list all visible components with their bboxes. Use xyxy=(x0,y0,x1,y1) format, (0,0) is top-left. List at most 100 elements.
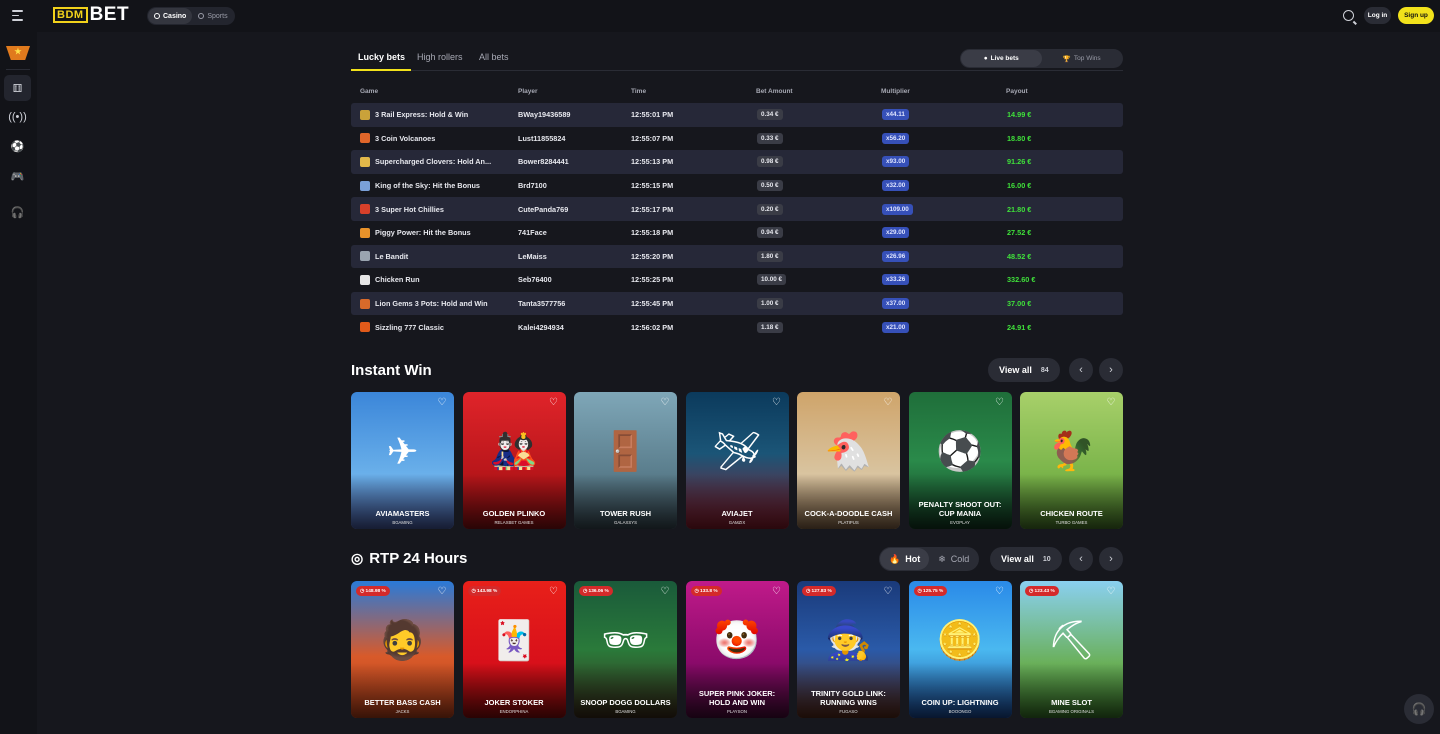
cell-game[interactable]: 3 Super Hot Chillies xyxy=(360,197,520,221)
sidebar-divider xyxy=(6,69,30,70)
tab-all-bets[interactable]: All bets xyxy=(479,52,509,62)
support-chat-button[interactable]: 🎧 xyxy=(1404,694,1434,724)
game-thumbnail-icon xyxy=(360,322,370,333)
sidebar-item-live[interactable]: ((•)) xyxy=(4,104,31,130)
tab-active-underline xyxy=(351,69,411,71)
game-card[interactable]: ⚽ ♡ PENALTY SHOOT OUT: CUP MANIA EVOPLAY xyxy=(908,392,1012,529)
table-row[interactable]: Le Bandit LeMaiss 12:55:20 PM 1.80 € x26.96 4… xyxy=(351,244,1123,269)
hot-button[interactable]: 🔥 Hot xyxy=(880,548,930,570)
cell-time: 12:55:45 PM xyxy=(631,299,674,309)
game-card[interactable]: 🃏 ♡ JOKER STOKER ENDORPHINA ◷ 143.98 % xyxy=(462,581,566,718)
cell-game[interactable]: Lion Gems 3 Pots: Hold and Win xyxy=(360,292,520,316)
tab-high-rollers[interactable]: High rollers xyxy=(417,52,463,62)
game-card[interactable]: 🛩 ♡ AVIAJET GAMZIX xyxy=(685,392,789,529)
tab-sports[interactable]: Sports xyxy=(192,8,233,24)
rtp-value: 148.98 % xyxy=(365,588,386,594)
game-card[interactable]: 🐓 ♡ CHICKEN ROUTE TURBO GAMES xyxy=(1020,392,1123,529)
heart-icon[interactable]: ♡ xyxy=(771,586,783,598)
game-thumbnail-icon xyxy=(360,204,370,215)
table-row[interactable]: 3 Coin Volcanoes Lust11855824 12:55:07 PM 0… xyxy=(351,127,1123,151)
clock-icon: ◷ xyxy=(806,588,811,594)
cell-multiplier: x93.00 xyxy=(882,150,910,174)
table-row[interactable]: Supercharged Clovers: Hold An... Bower828… xyxy=(351,150,1123,174)
logo[interactable]: BDM BET xyxy=(53,5,129,24)
cell-game[interactable]: King of the Sky: Hit the Bonus xyxy=(360,174,520,198)
cold-button[interactable]: ❄ Cold xyxy=(929,548,978,570)
game-card[interactable]: 🧙 ♡ TRINITY GOLD LINK: RUNNING WINS FUGASO ◷… xyxy=(797,581,900,718)
logo-box: BDM xyxy=(53,6,88,23)
heart-icon[interactable]: ♡ xyxy=(994,586,1006,598)
game-name: Le Bandit xyxy=(375,251,409,261)
game-provider: BGAMING ORIGINALS xyxy=(1049,709,1094,714)
cell-game[interactable]: Supercharged Clovers: Hold An... xyxy=(360,150,520,174)
heart-icon[interactable]: ♡ xyxy=(548,586,560,598)
game-name: Piggy Power: Hit the Bonus xyxy=(375,228,471,238)
broadcast-icon: ((•)) xyxy=(8,111,27,123)
game-name: Sizzling 777 Classic xyxy=(375,322,444,332)
rtp-view-all-button[interactable]: View all 10 xyxy=(990,547,1062,571)
search-icon[interactable] xyxy=(1343,10,1354,21)
heart-icon[interactable]: ♡ xyxy=(1105,397,1117,409)
game-card[interactable]: ⛏ ♡ MINE SLOT BGAMING ORIGINALS ◷ 123.43 % xyxy=(1020,581,1123,718)
game-card[interactable]: ✈ ♡ AVIAMASTERS BGAMING xyxy=(351,392,454,529)
heart-icon[interactable]: ♡ xyxy=(659,586,671,598)
game-card[interactable]: 🤡 ♡ SUPER PINK JOKER: HOLD AND WIN PLAYSON ◷… xyxy=(685,581,789,718)
table-row[interactable]: Chicken Run Seb76400 12:55:25 PM 10.00 € x33… xyxy=(351,268,1123,292)
cold-label: Cold xyxy=(950,554,970,564)
game-card[interactable]: 🧔 ♡ BETTER BASS CASH JACKS ◷ 148.98 % xyxy=(351,581,454,718)
rtp-next-button[interactable]: › xyxy=(1099,547,1123,571)
table-row[interactable]: King of the Sky: Hit the Bonus Brd7100 12:… xyxy=(351,174,1123,198)
cell-game[interactable]: Piggy Power: Hit the Bonus xyxy=(360,221,520,245)
tab-casino[interactable]: Casino xyxy=(148,8,193,24)
game-artwork: 🐔 xyxy=(824,431,873,474)
menu-icon[interactable] xyxy=(12,10,23,21)
cell-game[interactable]: Chicken Run xyxy=(360,268,520,292)
instant-win-view-all-button[interactable]: View all 84 xyxy=(988,358,1060,382)
heart-icon[interactable]: ♡ xyxy=(1105,586,1117,598)
cell-game[interactable]: 3 Rail Express: Hold & Win xyxy=(360,103,520,127)
table-row[interactable]: Piggy Power: Hit the Bonus 741Face 12:55:1… xyxy=(351,221,1123,245)
sidebar-item-casino[interactable]: ⚅ xyxy=(4,75,31,101)
game-provider: GAMZIX xyxy=(728,520,746,525)
heart-icon[interactable]: ♡ xyxy=(436,586,448,598)
column-amount: Bet Amount xyxy=(756,88,793,95)
tab-lucky-bets[interactable]: Lucky bets xyxy=(358,52,405,62)
table-row[interactable]: Sizzling 777 Classic Kalei4294934 12:56:02… xyxy=(351,315,1123,339)
live-bets-button[interactable]: ● Live bets xyxy=(961,50,1042,67)
heart-icon[interactable]: ♡ xyxy=(436,397,448,409)
amount-pill: 1.18 € xyxy=(757,321,783,333)
cell-game[interactable]: Sizzling 777 Classic xyxy=(360,315,520,339)
headset-icon: 🎧 xyxy=(10,206,25,219)
clock-icon: ◷ xyxy=(583,588,588,594)
game-card[interactable]: 🐔 ♡ COCK-A-DOODLE CASH PLATIPUS xyxy=(797,392,900,529)
game-card[interactable]: 🪙 ♡ COIN UP: LIGHTNING BOOONGO ◷ 125.75 % xyxy=(908,581,1012,718)
flame-icon: 🔥 xyxy=(889,553,901,564)
cell-payout: 48.52 € xyxy=(1007,251,1032,261)
sidebar-item-sports[interactable]: ⚽ xyxy=(4,133,31,159)
rtp-prev-button[interactable]: ‹ xyxy=(1069,547,1093,571)
top-wins-button[interactable]: 🏆 Top Wins xyxy=(1042,50,1123,67)
heart-icon[interactable]: ♡ xyxy=(994,397,1006,409)
instant-win-next-button[interactable]: › xyxy=(1099,358,1123,382)
game-provider: FUGASO xyxy=(839,709,858,714)
cell-game[interactable]: Le Bandit xyxy=(360,245,520,269)
sidebar-item-support[interactable]: 🎧 xyxy=(4,199,31,225)
heart-icon[interactable]: ♡ xyxy=(548,397,560,409)
heart-icon[interactable]: ♡ xyxy=(659,397,671,409)
login-button[interactable]: Log in xyxy=(1364,7,1391,24)
table-row[interactable]: 3 Super Hot Chillies CutePanda769 12:55:17… xyxy=(351,197,1123,221)
game-card[interactable]: 🕶 ♡ SNOOP DOGG DOLLARS BGAMING ◷ 136.06 % xyxy=(574,581,677,718)
signup-button[interactable]: Sign up xyxy=(1398,7,1434,24)
table-row[interactable]: Lion Gems 3 Pots: Hold and Win Tanta35777… xyxy=(351,291,1123,316)
instant-win-prev-button[interactable]: ‹ xyxy=(1069,358,1093,382)
game-artwork: 🪙 xyxy=(936,620,984,663)
sidebar-item-games[interactable]: 🎮 xyxy=(4,163,31,189)
table-row[interactable]: 3 Rail Express: Hold & Win BWay19436589 12… xyxy=(351,103,1123,127)
game-card[interactable]: 🚪 ♡ TOWER RUSH GALAXSYS xyxy=(574,392,677,529)
heart-icon[interactable]: ♡ xyxy=(882,586,894,598)
game-card[interactable]: 🎎 ♡ GOLDEN PLINKO RELAXBET GAMES xyxy=(462,392,566,529)
cell-game[interactable]: 3 Coin Volcanoes xyxy=(360,127,520,151)
heart-icon[interactable]: ♡ xyxy=(771,397,783,409)
heart-icon[interactable]: ♡ xyxy=(882,397,894,409)
promo-icon[interactable]: ★ xyxy=(6,46,30,60)
